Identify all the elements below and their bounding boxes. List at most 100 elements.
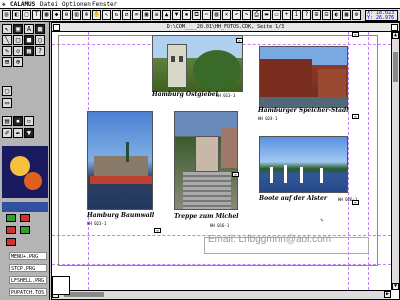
frame-marker-icon: ∞ [352,32,359,37]
layout-icon[interactable]: ◧ [12,10,21,20]
frame-marker-icon: ∞ [236,38,243,43]
scroll-thumb[interactable] [393,52,398,82]
red-disk-icon[interactable] [20,214,30,222]
redo-icon[interactable]: ↷ [242,10,251,20]
layer-tool-icon[interactable]: ▤ [2,116,12,126]
fill-tool-icon[interactable]: ■ [24,35,34,45]
back-icon[interactable]: ▼ [172,10,181,20]
red-disk-3-icon[interactable] [6,238,16,246]
frame-outline-icon[interactable]: ▢ [2,86,12,96]
text-tool-icon[interactable]: A [24,24,34,34]
help-icon[interactable]: ? [302,10,311,20]
scroll-up-icon[interactable]: ▲ [392,32,399,39]
toolbar: ▤ ◧ □ T ▦ ◆ e ▥ ⊕ ✋ ↖ ↻ ⇄ ∞ ▣ ≡ ▲ ▼ ▪ ⧉ … [0,9,400,22]
document-title[interactable]: D:\COM____20.01\HH_FOTOS.CDK, Seite 1/3 [52,23,399,32]
front-icon[interactable]: ▲ [162,10,171,20]
measure-icon[interactable]: ⊞ [312,10,321,20]
copy-icon[interactable]: ⧉ [192,10,201,20]
menu-app[interactable]: CALAMUS [10,0,35,9]
menu-datei[interactable]: Datei [40,0,58,9]
apple-menu[interactable]: ❖ [2,0,6,9]
scroll-down-icon[interactable]: ▼ [392,283,399,290]
photo-boote[interactable] [259,136,348,193]
caption-treppe: Treppe zum Michel [174,213,239,220]
zoom-icon[interactable]: ⊕ [82,10,91,20]
rect-tool-icon[interactable]: □ [13,35,23,45]
menu-optionen[interactable]: Optionen [62,0,91,9]
photo-treppe[interactable] [174,111,238,210]
vector-icon[interactable]: ◆ [52,10,61,20]
page-thumbnail[interactable] [52,276,70,295]
frame-icon[interactable]: □ [22,10,31,20]
delete-icon[interactable]: ✕ [222,10,231,20]
line-tool-icon[interactable]: ╲ [2,35,12,45]
menu-fenster[interactable]: Fenster [92,0,117,9]
measure-tool-icon[interactable]: ⊞ [2,57,12,67]
print-icon[interactable]: ⎙ [252,10,261,20]
trash-tool-icon[interactable]: ▼ [24,128,34,138]
green-disk-2-icon[interactable] [20,226,30,234]
photo-ostgiebel[interactable] [152,35,243,92]
select-tool-icon[interactable]: ↖ [2,24,12,34]
pencil-tool-icon[interactable]: ✐ [2,128,12,138]
lock-icon[interactable]: ▪ [182,10,191,20]
pen-tool-icon[interactable]: ✎ [2,46,12,56]
file-item[interactable]: LFSHELL.PRG [9,276,47,284]
new-icon[interactable]: + [282,10,291,20]
grid-icon[interactable]: ▥ [72,10,81,20]
file-item[interactable]: PUPATCH.TOS [9,288,47,296]
paste-icon[interactable]: ▧ [212,10,221,20]
zoom-tool-icon[interactable]: ⊕ [13,57,23,67]
pattern-icon[interactable]: ▩ [342,10,351,20]
ruler-icon[interactable]: ⊟ [322,10,331,20]
help-tool-icon[interactable]: ? [35,46,45,56]
raster-icon[interactable]: ▦ [42,10,51,20]
page-icon[interactable]: ▤ [2,10,11,20]
frame-marker-icon: ∞ [232,172,239,177]
hand-icon[interactable]: ✋ [92,10,101,20]
close-icon[interactable] [53,24,60,31]
caption-boote: Boote auf der Alster [259,195,327,202]
group-icon[interactable]: ▣ [142,10,151,20]
red-disk-2-icon[interactable] [6,226,16,234]
circle-tool-icon[interactable]: ○ [35,35,45,45]
vertical-scrollbar[interactable]: ▲ ▼ [391,32,399,290]
lock-tool-icon[interactable]: ▫ [24,116,34,126]
frame-tool-icon[interactable]: ▣ [13,24,23,34]
paint-tool-icon[interactable]: ▪ [13,116,23,126]
desktop-bar-icon [2,202,48,212]
image-tool-icon[interactable]: ▩ [35,24,45,34]
text-icon[interactable]: T [32,10,41,20]
hatch-tool-icon[interactable]: ▦ [24,46,34,56]
photo-speicherstadt[interactable] [259,46,348,108]
frame-solid-icon[interactable]: ▭ [2,98,12,108]
scroll-thumb[interactable] [64,292,104,297]
caption-baumwall: Hamburg Baumwall [87,212,155,219]
link-icon[interactable]: ∞ [132,10,141,20]
code-ostgiebel: HH 013-1 [216,93,236,98]
rotate-icon[interactable]: ↻ [112,10,121,20]
page-canvas[interactable]: ∞ Hamburg Ostgiebel HH 013-1 ∞ ∞ Hamburg… [52,32,391,290]
undo-icon[interactable]: ↶ [232,10,241,20]
info-icon[interactable]: i [292,10,301,20]
email-text: Email: Lrlbggmnn@aol.com [208,234,331,245]
file-item[interactable]: MENU+.PRG [9,252,47,260]
photo-baumwall[interactable] [87,111,153,210]
mirror-icon[interactable]: ⇄ [122,10,131,20]
scroll-right-icon[interactable]: ▶ [384,291,391,298]
line-icon[interactable]: e [62,10,71,20]
align-icon[interactable]: ≡ [152,10,161,20]
settings-icon[interactable]: ⚙ [352,10,361,20]
coord-y: Y: 26.976 [367,15,395,21]
cut-icon[interactable]: ✂ [202,10,211,20]
poly-tool-icon[interactable]: ◇ [13,46,23,56]
brush-tool-icon[interactable]: ✒ [13,128,23,138]
file-item[interactable]: STCP.PRG [9,264,47,272]
green-disk-icon[interactable] [6,214,16,222]
horizontal-scrollbar[interactable]: ◀ ▶ [52,290,391,299]
open-icon[interactable]: ▭ [272,10,281,20]
save-icon[interactable]: ▬ [262,10,271,20]
arrow-icon[interactable]: ↖ [102,10,111,20]
color-icon[interactable]: ◐ [332,10,341,20]
full-icon[interactable] [391,24,398,31]
